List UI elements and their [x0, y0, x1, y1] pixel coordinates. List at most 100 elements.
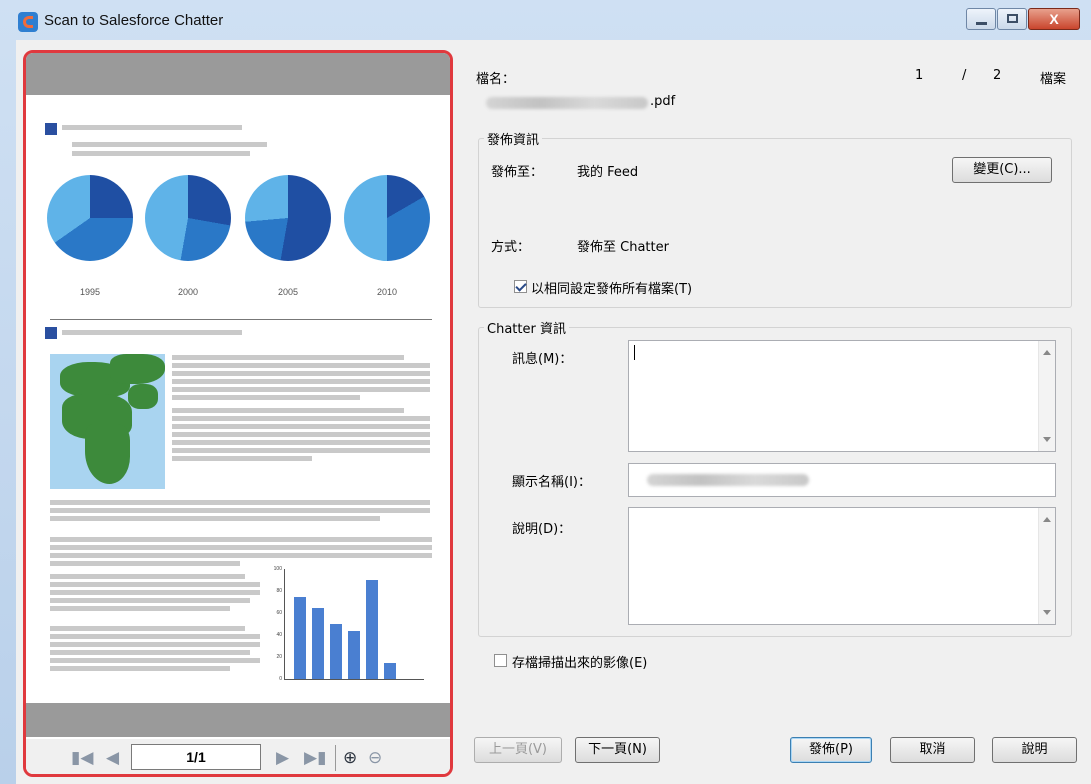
- save-images-label[interactable]: 存檔掃描出來的影像(E): [512, 652, 647, 671]
- pie-year-label: 1995: [79, 287, 101, 297]
- last-page-icon[interactable]: ▶▮: [304, 749, 326, 767]
- chart-y-tick-label: 20: [276, 654, 282, 660]
- window-title: Scan to Salesforce Chatter: [44, 12, 224, 29]
- preview-text-line: [172, 456, 312, 461]
- preview-text-line: [50, 606, 230, 611]
- preview-text-line: [172, 408, 404, 413]
- chart-y-tick-label: 0: [279, 676, 282, 682]
- pie-chart-2010: [344, 175, 430, 261]
- preview-text-line: [172, 387, 430, 392]
- message-textarea[interactable]: [628, 340, 1056, 452]
- pie-chart-1995: [47, 175, 133, 261]
- nav-separator: [335, 745, 336, 771]
- preview-text-line: [172, 416, 430, 421]
- maximize-button[interactable]: [997, 8, 1027, 30]
- preview-text-line: [172, 395, 360, 400]
- chart-bar: [330, 624, 342, 679]
- preview-text-line: [50, 598, 250, 603]
- description-textarea[interactable]: [628, 507, 1056, 625]
- land-shape: [85, 424, 130, 484]
- preview-text-line: [50, 545, 432, 550]
- apply-all-label[interactable]: 以相同設定發佈所有檔案(T): [531, 278, 692, 297]
- message-scrollbar[interactable]: [1038, 341, 1055, 451]
- save-images-checkbox[interactable]: [494, 654, 507, 667]
- preview-text-line: [50, 537, 432, 542]
- publish-info-legend: 發佈資訊: [484, 129, 543, 148]
- preview-text-line: [50, 508, 430, 513]
- minimize-button[interactable]: [966, 8, 996, 30]
- preview-text-line: [50, 582, 260, 587]
- section-marker: [45, 327, 57, 339]
- help-button[interactable]: 說明: [992, 737, 1077, 763]
- title-bar: Scan to Salesforce Chatter X: [0, 0, 1091, 38]
- file-extension: .pdf: [650, 94, 676, 109]
- file-unit: 檔案: [1040, 72, 1067, 87]
- description-scrollbar[interactable]: [1038, 508, 1055, 624]
- scan-preview-pane[interactable]: 1995 2000 2005 2010 100 80 60 40 20 0 ▮◀…: [23, 50, 453, 777]
- description-label: 說明(D)：: [512, 522, 572, 537]
- preview-text-line: [50, 561, 240, 566]
- next-page-icon[interactable]: ▶: [276, 749, 289, 767]
- scroll-down-icon[interactable]: [1043, 610, 1051, 615]
- close-button[interactable]: X: [1028, 8, 1080, 30]
- preview-top-margin: [26, 53, 450, 95]
- pie-chart-2000: [145, 175, 231, 261]
- text-caret: [634, 345, 635, 360]
- preview-text-line: [172, 379, 430, 384]
- display-name-input[interactable]: [628, 463, 1056, 497]
- chart-y-tick-label: 40: [276, 632, 282, 638]
- preview-text-line: [62, 330, 242, 335]
- file-index: 1: [915, 68, 924, 83]
- chart-bar: [294, 596, 306, 679]
- preview-text-line: [50, 626, 245, 631]
- preview-text-line: [172, 440, 430, 445]
- method-label: 方式：: [491, 240, 531, 255]
- preview-text-line: [172, 355, 404, 360]
- preview-bar-chart: 100 80 60 40 20 0: [262, 566, 432, 689]
- preview-text-line: [50, 500, 430, 505]
- chatter-app-icon: [18, 12, 38, 32]
- pie-year-label: 2000: [177, 287, 199, 297]
- chart-x-axis: [284, 679, 424, 680]
- preview-text-line: [50, 634, 260, 639]
- chart-y-tick-label: 60: [276, 610, 282, 616]
- preview-text-line: [172, 448, 430, 453]
- preview-text-line: [50, 650, 250, 655]
- scroll-up-icon[interactable]: [1043, 350, 1051, 355]
- zoom-out-icon[interactable]: ⊖: [368, 749, 382, 767]
- scroll-down-icon[interactable]: [1043, 437, 1051, 442]
- chart-bar: [366, 580, 378, 679]
- pie-chart-2005: [245, 175, 331, 261]
- maximize-icon: [1007, 14, 1018, 23]
- preview-text-line: [72, 142, 267, 147]
- preview-text-line: [50, 574, 245, 579]
- file-name-label: 檔名：: [476, 72, 516, 87]
- scroll-up-icon[interactable]: [1043, 517, 1051, 522]
- world-map-image: [50, 354, 165, 489]
- preview-nav-bar: ▮◀ ◀ 1/1 ▶ ▶▮ ⊕ ⊖: [26, 739, 450, 774]
- preview-text-line: [50, 516, 380, 521]
- method-value: 發佈至 Chatter: [577, 240, 669, 255]
- publish-to-label: 發佈至：: [491, 165, 544, 180]
- preview-text-line: [62, 125, 242, 130]
- chatter-info-legend: Chatter 資訊: [484, 318, 569, 337]
- zoom-in-icon[interactable]: ⊕: [343, 749, 357, 767]
- preview-divider: [50, 319, 432, 320]
- cancel-button[interactable]: 取消: [890, 737, 975, 763]
- chart-y-axis: [284, 569, 285, 679]
- prev-button[interactable]: 上一頁(V): [474, 737, 562, 763]
- preview-text-line: [50, 642, 260, 647]
- first-page-icon[interactable]: ▮◀: [71, 749, 93, 767]
- close-icon: X: [1049, 11, 1059, 27]
- preview-text-line: [172, 424, 430, 429]
- publish-button[interactable]: 發佈(P): [790, 737, 872, 763]
- file-separator: /: [962, 68, 967, 83]
- change-button[interactable]: 變更(C)...: [952, 157, 1052, 183]
- file-total: 2: [993, 68, 1002, 83]
- next-button[interactable]: 下一頁(N): [575, 737, 660, 763]
- preview-bottom-margin: [26, 703, 450, 737]
- page-number-input[interactable]: 1/1: [131, 744, 261, 770]
- preview-text-line: [172, 432, 430, 437]
- apply-all-checkbox[interactable]: [514, 280, 527, 293]
- prev-page-icon[interactable]: ◀: [106, 749, 119, 767]
